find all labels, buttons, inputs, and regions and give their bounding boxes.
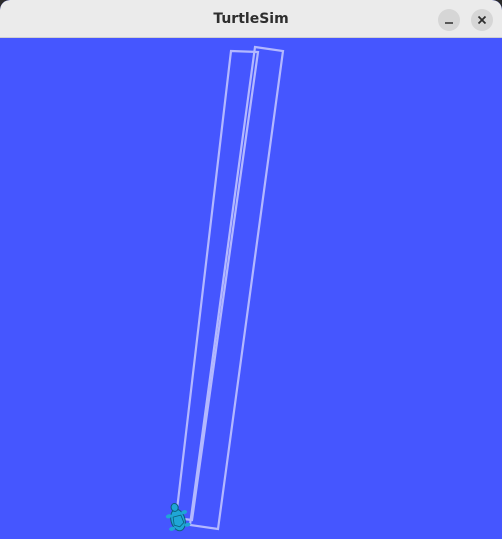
minimize-button[interactable] [438,9,460,31]
close-icon [477,15,487,25]
turtle-canvas [0,38,502,539]
drawing-area [165,45,285,532]
close-button[interactable] [471,9,493,31]
turtle-icon [165,502,191,532]
minimize-icon [445,22,453,24]
window-title: TurtleSim [213,11,289,27]
titlebar[interactable]: TurtleSim [0,0,502,38]
turtlesim-window: TurtleSim [0,0,502,539]
